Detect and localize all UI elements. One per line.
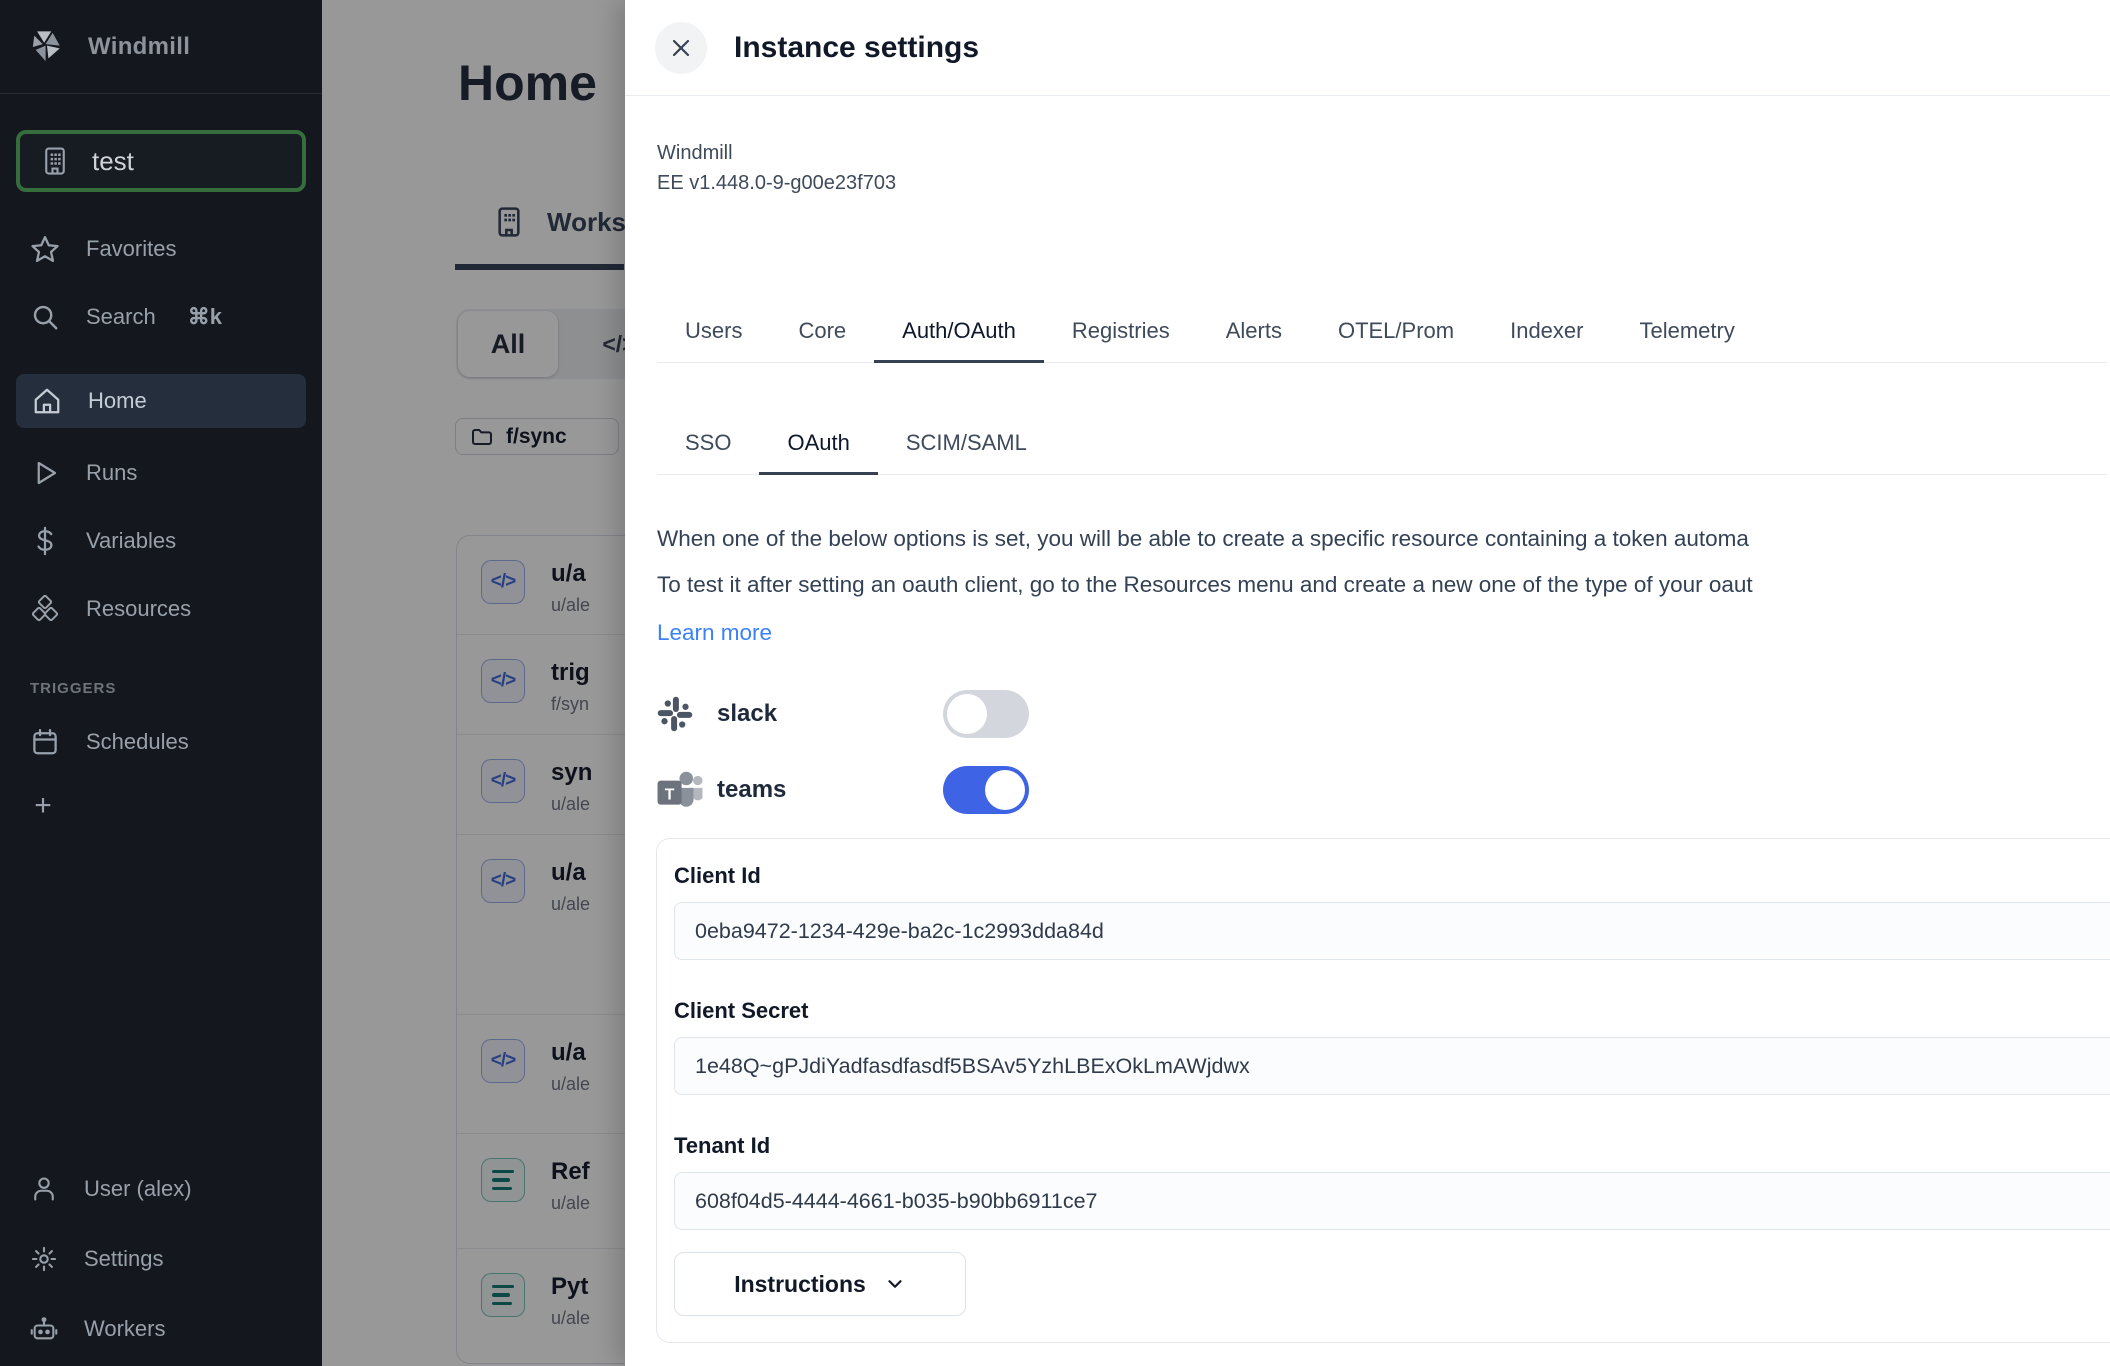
subtab-sso[interactable]: SSO xyxy=(657,422,759,475)
search-icon xyxy=(30,302,60,332)
sidebar-item-settings[interactable]: Settings xyxy=(0,1236,322,1282)
workspace-switcher[interactable]: test xyxy=(16,130,306,192)
windmill-logo-icon xyxy=(30,29,64,65)
sidebar-item-workers[interactable]: Workers xyxy=(0,1306,322,1352)
version-string: EE v1.448.0-9-g00e23f703 xyxy=(657,168,896,198)
teams-icon: T xyxy=(657,769,703,811)
tenant-id-label: Tenant Id xyxy=(674,1133,2110,1159)
close-icon xyxy=(669,36,693,60)
dollar-icon xyxy=(30,526,60,556)
tab-core[interactable]: Core xyxy=(770,310,874,363)
description-line-2: To test it after setting an oauth client… xyxy=(657,572,2110,598)
subtab-scim-saml[interactable]: SCIM/SAML xyxy=(878,422,1055,475)
sidebar-item-label: Search xyxy=(86,304,156,330)
sidebar-item-label: Settings xyxy=(84,1246,164,1272)
auth-subtabs: SSO OAuth SCIM/SAML xyxy=(657,422,2107,475)
version-block: Windmill EE v1.448.0-9-g00e23f703 xyxy=(657,138,896,198)
gear-icon xyxy=(30,1245,58,1273)
teams-oauth-form: Client Id Client Secret Tenant Id Instru… xyxy=(656,838,2110,1343)
sidebar-item-label: Favorites xyxy=(86,236,176,262)
workspace-name: test xyxy=(92,146,134,177)
sidebar-item-user[interactable]: User (alex) xyxy=(0,1166,322,1212)
tab-indexer[interactable]: Indexer xyxy=(1482,310,1611,363)
sidebar-item-search[interactable]: Search ⌘k xyxy=(0,294,322,340)
sidebar-item-label: Home xyxy=(88,388,147,414)
tab-registries[interactable]: Registries xyxy=(1044,310,1198,363)
provider-row-slack: slack xyxy=(657,688,1029,740)
sidebar-item-label: Workers xyxy=(84,1316,166,1342)
client-secret-input[interactable] xyxy=(674,1037,2110,1095)
subtab-oauth[interactable]: OAuth xyxy=(759,422,877,475)
instructions-label: Instructions xyxy=(734,1271,866,1298)
sidebar-item-label: User (alex) xyxy=(84,1176,192,1202)
instructions-button[interactable]: Instructions xyxy=(674,1252,966,1316)
app-name: Windmill xyxy=(657,138,896,168)
person-icon xyxy=(30,1175,58,1203)
toggle-knob xyxy=(985,770,1025,810)
tab-auth-oauth[interactable]: Auth/OAuth xyxy=(874,310,1044,363)
settings-tabs: Users Core Auth/OAuth Registries Alerts … xyxy=(657,310,2107,363)
close-button[interactable] xyxy=(655,22,707,74)
tenant-id-input[interactable] xyxy=(674,1172,2110,1230)
drawer-header: Instance settings xyxy=(625,0,2110,96)
sidebar-item-label: Resources xyxy=(86,596,191,622)
sidebar-item-home[interactable]: Home xyxy=(16,374,306,428)
slack-toggle[interactable] xyxy=(943,690,1029,738)
client-secret-label: Client Secret xyxy=(674,998,2110,1024)
svg-text:T: T xyxy=(665,786,675,803)
brand-title: Windmill xyxy=(88,33,190,61)
chevron-down-icon xyxy=(884,1273,906,1295)
tab-alerts[interactable]: Alerts xyxy=(1198,310,1310,363)
sidebar-item-label: Schedules xyxy=(86,729,189,755)
description-line-1: When one of the below options is set, yo… xyxy=(657,526,2110,552)
sidebar-item-variables[interactable]: Variables xyxy=(0,518,322,564)
tab-users[interactable]: Users xyxy=(657,310,770,363)
calendar-icon xyxy=(30,727,60,757)
provider-row-teams: T teams xyxy=(657,764,1029,816)
provider-label: slack xyxy=(717,700,943,728)
sidebar-item-label: Variables xyxy=(86,528,176,554)
brand-row: Windmill xyxy=(0,0,322,94)
sidebar-item-favorites[interactable]: Favorites xyxy=(0,226,322,272)
add-trigger-button[interactable]: + xyxy=(28,791,58,821)
star-icon xyxy=(30,234,60,264)
instance-settings-drawer: Instance settings Windmill EE v1.448.0-9… xyxy=(625,0,2110,1366)
teams-toggle[interactable] xyxy=(943,766,1029,814)
client-id-input[interactable] xyxy=(674,902,2110,960)
triggers-section-header: TRIGGERS xyxy=(30,680,322,697)
sidebar-item-schedules[interactable]: Schedules xyxy=(0,719,322,765)
sidebar: Windmill test Favorites Search ⌘k Ho xyxy=(0,0,322,1366)
sidebar-item-runs[interactable]: Runs xyxy=(0,450,322,496)
sidebar-bottom: User (alex) Settings Workers xyxy=(0,1142,322,1352)
building-icon xyxy=(40,144,70,178)
client-id-label: Client Id xyxy=(674,863,2110,889)
sidebar-item-resources[interactable]: Resources xyxy=(0,586,322,632)
tab-otel-prom[interactable]: OTEL/Prom xyxy=(1310,310,1482,363)
cubes-icon xyxy=(30,594,60,624)
provider-label: teams xyxy=(717,776,943,804)
drawer-title: Instance settings xyxy=(734,31,979,65)
toggle-knob xyxy=(947,694,987,734)
home-icon xyxy=(32,386,62,416)
sidebar-item-label: Runs xyxy=(86,460,137,486)
play-icon xyxy=(30,458,60,488)
search-shortcut: ⌘k xyxy=(188,304,222,330)
learn-more-link[interactable]: Learn more xyxy=(657,620,772,646)
tab-telemetry[interactable]: Telemetry xyxy=(1611,310,1762,363)
slack-icon xyxy=(657,696,703,732)
robot-icon xyxy=(30,1315,58,1343)
